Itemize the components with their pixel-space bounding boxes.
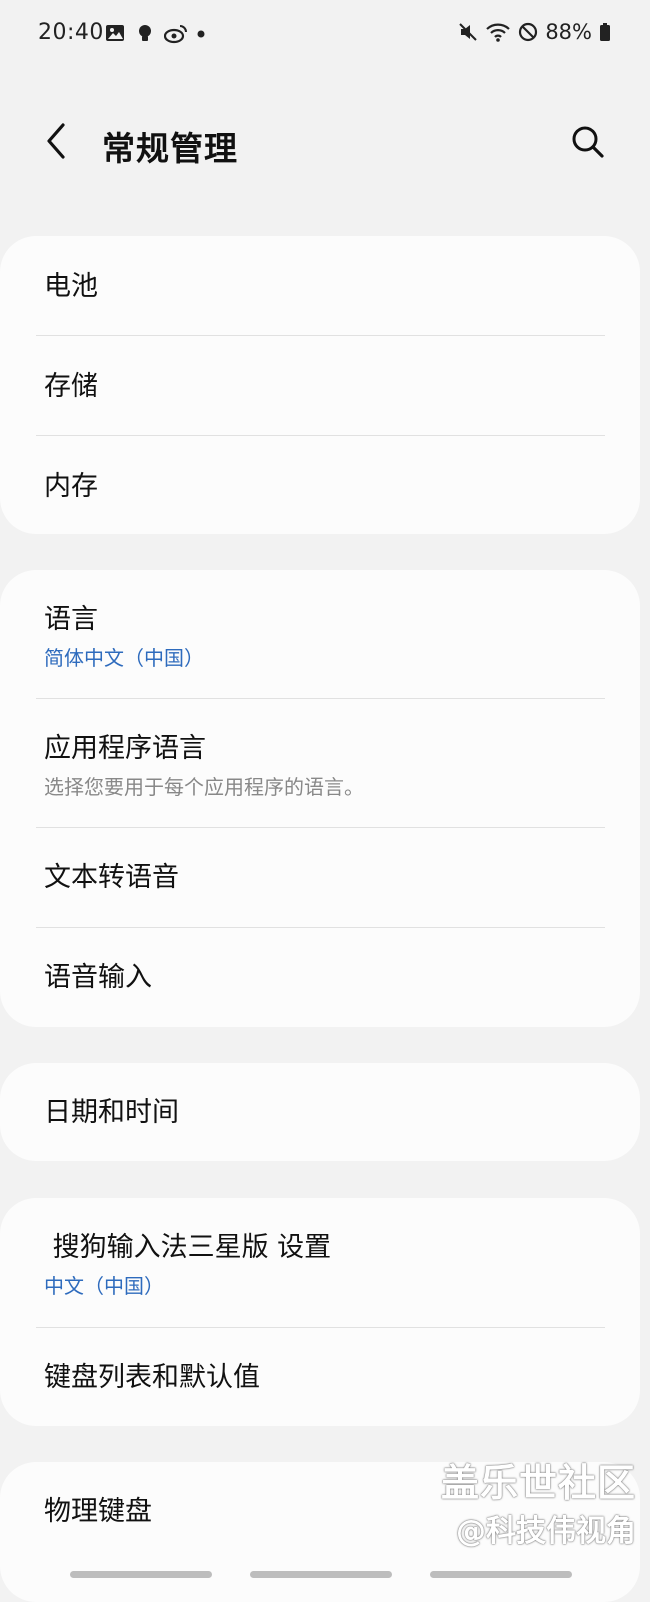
gallery-icon [104, 22, 126, 44]
battery-icon [598, 21, 612, 43]
settings-group-datetime: 日期和时间 [0, 1063, 640, 1161]
item-title: 存储 [44, 371, 98, 402]
settings-item-keyboard-list[interactable]: 键盘列表和默认值 [0, 1328, 640, 1426]
item-title: 日期和时间 [44, 1097, 179, 1128]
status-time: 20:40 [38, 20, 104, 45]
search-icon [570, 124, 606, 164]
search-button[interactable] [566, 122, 610, 166]
mute-icon [457, 21, 479, 43]
settings-group-language: 语言 简体中文（中国） 应用程序语言 选择您要用于每个应用程序的语言。 文本转语… [0, 570, 640, 1027]
settings-item-memory[interactable]: 内存 [0, 436, 640, 534]
item-title: 应用程序语言 [44, 733, 206, 764]
settings-item-text-to-speech[interactable]: 文本转语音 [0, 828, 640, 928]
weibo-icon [163, 22, 187, 44]
settings-item-sogou-settings[interactable]: 搜狗输入法三星版 设置 中文（中国） [0, 1198, 640, 1328]
bulb-icon [134, 22, 156, 44]
back-button[interactable] [34, 118, 78, 168]
notification-icons [104, 22, 208, 44]
item-title: 搜狗输入法三星版 设置 [44, 1232, 332, 1263]
settings-item-battery[interactable]: 电池 [0, 236, 640, 336]
item-title: 文本转语音 [44, 862, 179, 893]
dnd-icon [517, 21, 539, 43]
page-title: 常规管理 [102, 129, 238, 168]
wifi-icon [485, 21, 511, 43]
chevron-left-icon [43, 121, 69, 165]
item-title: 键盘列表和默认值 [44, 1362, 260, 1393]
item-subtitle: 简体中文（中国） [44, 646, 204, 671]
nav-handle-right[interactable] [430, 1571, 572, 1578]
settings-item-date-time[interactable]: 日期和时间 [0, 1063, 640, 1161]
watermark-community: 盖乐世社区 [440, 1461, 636, 1505]
item-subtitle: 中文（中国） [44, 1274, 164, 1299]
gesture-nav-bar[interactable] [0, 1571, 650, 1581]
watermark-author: @科技伟视角 [456, 1514, 636, 1549]
item-title: 内存 [44, 471, 98, 502]
settings-item-language[interactable]: 语言 简体中文（中国） [0, 570, 640, 699]
status-bar: 20:40 88% [0, 0, 650, 70]
item-subtitle: 选择您要用于每个应用程序的语言。 [44, 775, 364, 800]
battery-percent: 88% [545, 20, 592, 44]
settings-group-keyboard: 搜狗输入法三星版 设置 中文（中国） 键盘列表和默认值 [0, 1198, 640, 1426]
nav-handle-center[interactable] [250, 1571, 392, 1578]
item-title: 语音输入 [44, 962, 152, 993]
nav-handle-left[interactable] [70, 1571, 212, 1578]
system-status: 88% [457, 20, 612, 44]
item-title: 电池 [44, 271, 98, 302]
app-bar: 常规管理 [0, 100, 650, 190]
settings-item-voice-input[interactable]: 语音输入 [0, 928, 640, 1027]
item-title: 语言 [44, 604, 98, 635]
settings-group-storage: 电池 存储 内存 [0, 236, 640, 534]
dot-icon [194, 22, 208, 44]
settings-item-app-languages[interactable]: 应用程序语言 选择您要用于每个应用程序的语言。 [0, 699, 640, 828]
settings-item-storage[interactable]: 存储 [0, 336, 640, 436]
